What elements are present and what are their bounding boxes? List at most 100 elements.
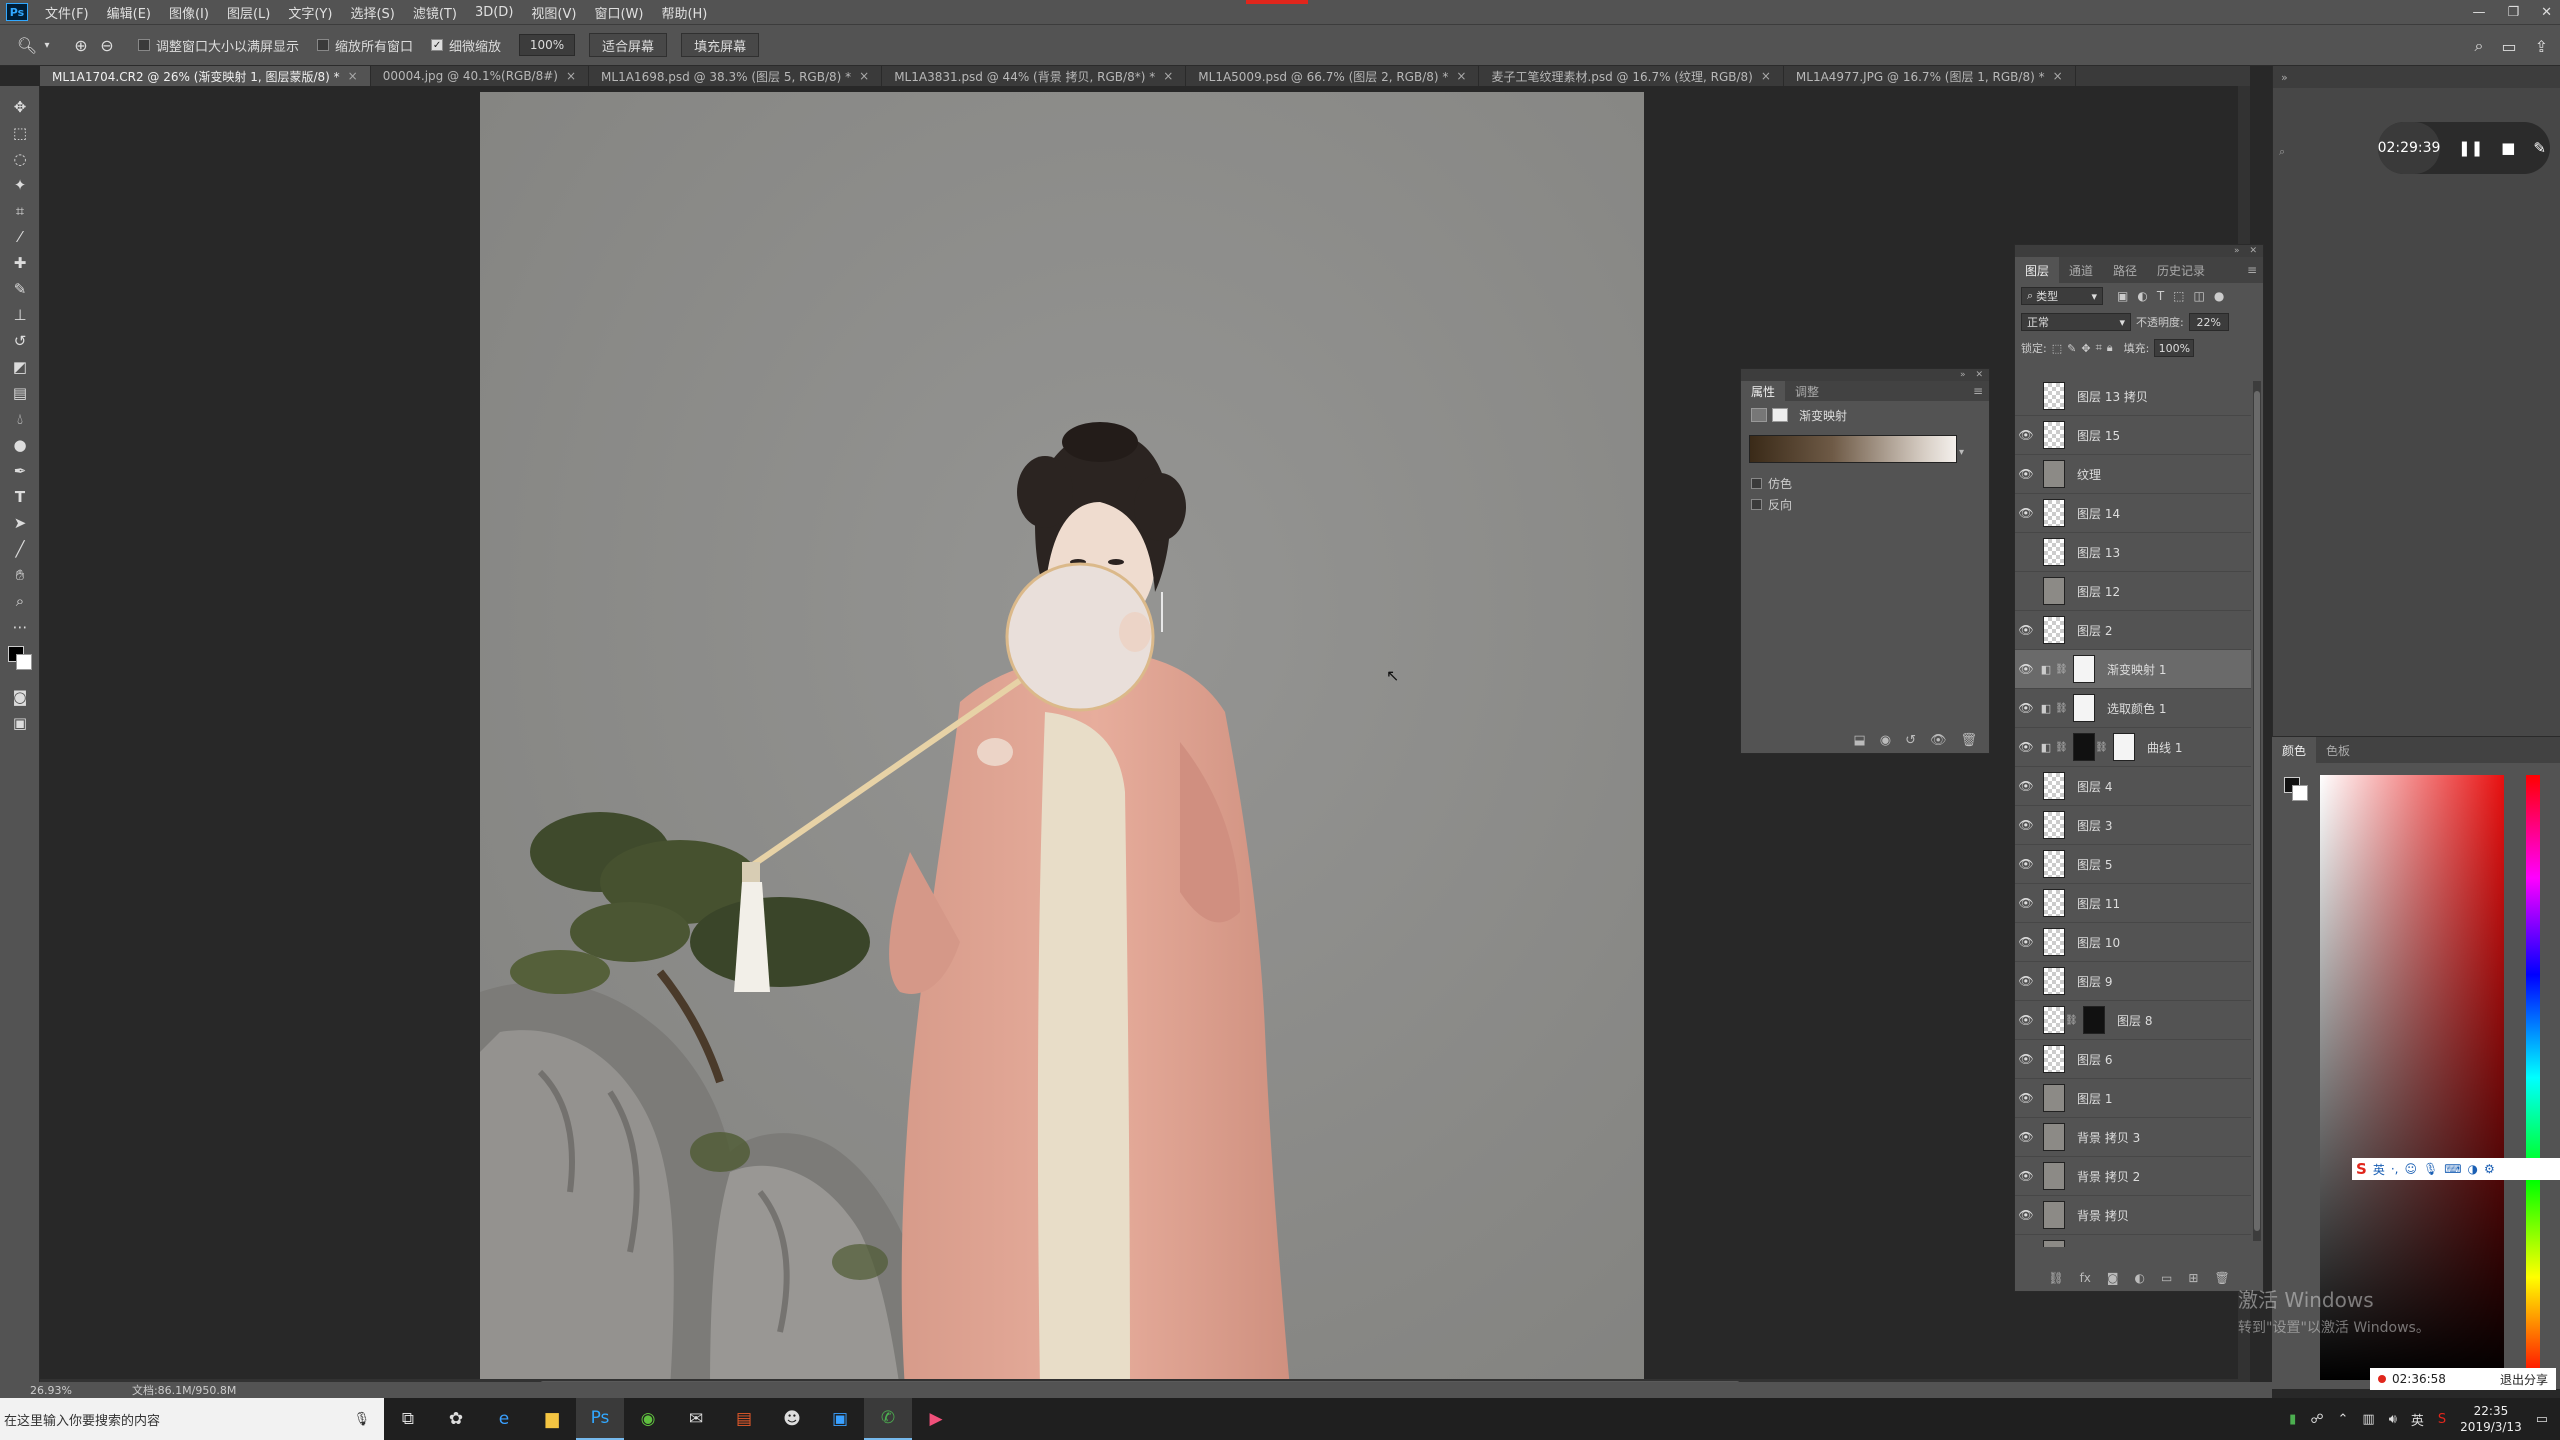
eye-icon[interactable]: 👁︎ bbox=[2015, 467, 2037, 481]
lock-artboard-icon[interactable]: ⌗ bbox=[2096, 341, 2102, 355]
layer-name[interactable]: 图层 2 bbox=[2077, 622, 2112, 639]
layer-name[interactable]: 渐变映射 1 bbox=[2107, 661, 2166, 678]
layer-name[interactable]: 图层 13 拷贝 bbox=[2077, 388, 2148, 405]
layer-row[interactable]: 👁︎背景🔒︎ bbox=[2015, 1235, 2251, 1247]
layer-thumbnail[interactable] bbox=[2043, 499, 2065, 527]
layer-name[interactable]: 图层 3 bbox=[2077, 817, 2112, 834]
type-filter-icon[interactable]: T bbox=[2157, 289, 2164, 303]
layer-row[interactable]: 👁︎ 图层 6 bbox=[2015, 1040, 2251, 1079]
ime-language[interactable]: 英 bbox=[2373, 1161, 2385, 1178]
chevron-down-icon[interactable]: ▾ bbox=[40, 32, 54, 58]
zoom-all-checkbox[interactable]: 缩放所有窗口 bbox=[317, 36, 413, 55]
minimize-icon[interactable]: — bbox=[2472, 5, 2485, 20]
tab-layers[interactable]: 图层 bbox=[2015, 257, 2060, 283]
crop-tool-icon[interactable]: ⌗ bbox=[0, 198, 40, 224]
color-swatches[interactable] bbox=[0, 640, 40, 684]
line-tool-icon[interactable]: ╱ bbox=[0, 536, 40, 562]
collapse-icon[interactable]: » bbox=[2234, 246, 2240, 256]
menu-type[interactable]: 文字(Y) bbox=[279, 3, 341, 22]
tab-adjustments[interactable]: 调整 bbox=[1785, 381, 1829, 401]
move-tool-icon[interactable]: ✥ bbox=[0, 94, 40, 120]
close-tab-icon[interactable]: × bbox=[348, 69, 358, 83]
delete-layer-icon[interactable]: 🗑︎ bbox=[2214, 1271, 2229, 1285]
marquee-tool-icon[interactable]: ⬚ bbox=[0, 120, 40, 146]
wechat-icon[interactable]: ✆ bbox=[864, 1398, 912, 1440]
layer-mask-thumbnail[interactable] bbox=[2113, 733, 2135, 761]
lock-pixels-icon[interactable]: ✎ bbox=[2067, 342, 2076, 355]
layer-row[interactable]: 👁︎ 背景 拷贝 3 bbox=[2015, 1118, 2251, 1157]
layer-name[interactable]: 背景 拷贝 bbox=[2077, 1207, 2129, 1224]
link-icon[interactable]: ⛓ bbox=[2055, 703, 2068, 714]
eye-icon[interactable]: 👁︎ bbox=[2015, 935, 2037, 949]
hue-slider[interactable] bbox=[2526, 775, 2540, 1380]
gradient-tool-icon[interactable]: ▤ bbox=[0, 380, 40, 406]
layer-name[interactable]: 图层 14 bbox=[2077, 505, 2120, 522]
link-icon[interactable]: ⛓ bbox=[2095, 742, 2108, 753]
layer-row[interactable]: 👁︎ 图层 10 bbox=[2015, 923, 2251, 962]
blur-tool-icon[interactable]: 💧︎ bbox=[0, 406, 40, 432]
gradient-preview[interactable] bbox=[1749, 435, 1957, 463]
background-color-swatch[interactable] bbox=[16, 654, 32, 670]
eye-icon[interactable]: 👁︎ bbox=[2015, 857, 2037, 871]
layer-thumbnail[interactable] bbox=[2043, 928, 2065, 956]
layer-name[interactable]: 图层 8 bbox=[2117, 1012, 2152, 1029]
pen-tool-icon[interactable]: ✒ bbox=[0, 458, 40, 484]
tab-document-3[interactable]: ML1A1698.psd @ 38.3% (图层 5, RGB/8) * × bbox=[589, 66, 883, 86]
layer-thumbnail[interactable] bbox=[2043, 1084, 2065, 1112]
workspace-icon[interactable]: ▭ bbox=[2501, 37, 2516, 56]
layer-thumbnail[interactable] bbox=[2043, 460, 2065, 488]
menu-filter[interactable]: 滤镜(T) bbox=[404, 3, 466, 22]
more-tools-icon[interactable]: ⋯ bbox=[0, 614, 40, 640]
screen-mode-icon[interactable]: ▣ bbox=[0, 710, 40, 736]
magic-wand-tool-icon[interactable]: ✦ bbox=[0, 172, 40, 198]
layer-thumbnail[interactable] bbox=[2043, 1201, 2065, 1229]
layer-thumbnail[interactable] bbox=[2043, 1123, 2065, 1151]
menu-help[interactable]: 帮助(H) bbox=[652, 3, 716, 22]
app-icon-5[interactable]: ▣ bbox=[816, 1398, 864, 1440]
visibility-icon[interactable]: 👁︎ bbox=[1930, 733, 1947, 748]
layer-thumbnail[interactable] bbox=[2043, 811, 2065, 839]
layer-thumbnail[interactable] bbox=[2043, 1240, 2065, 1247]
fill-field[interactable]: 100% bbox=[2154, 339, 2195, 357]
layer-thumbnail[interactable] bbox=[2043, 889, 2065, 917]
view-previous-icon[interactable]: ◉ bbox=[1880, 733, 1891, 748]
layer-name[interactable]: 图层 15 bbox=[2077, 427, 2120, 444]
restore-icon[interactable]: ❐ bbox=[2507, 5, 2519, 20]
dock-titlebar[interactable]: » bbox=[2273, 66, 2560, 88]
layer-thumbnail[interactable] bbox=[2073, 733, 2095, 761]
tab-channels[interactable]: 通道 bbox=[2059, 257, 2103, 283]
eye-icon[interactable]: 👁︎ bbox=[2015, 662, 2037, 676]
layer-name[interactable]: 背景 拷贝 2 bbox=[2077, 1168, 2140, 1185]
new-layer-icon[interactable]: ⊞ bbox=[2188, 1271, 2198, 1285]
layers-scrollbar[interactable] bbox=[2253, 381, 2261, 1241]
menu-select[interactable]: 选择(S) bbox=[341, 3, 403, 22]
lock-transparent-icon[interactable]: ⬚ bbox=[2052, 342, 2062, 355]
app-icon-4[interactable]: ☻ bbox=[768, 1398, 816, 1440]
opacity-field[interactable]: 22% bbox=[2188, 313, 2229, 331]
hand-tool-icon[interactable]: ✋︎ bbox=[0, 562, 40, 588]
new-adjustment-icon[interactable]: ◐ bbox=[2135, 1271, 2145, 1285]
tab-document-6[interactable]: 麦子工笔纹理素材.psd @ 16.7% (纹理, RGB/8) × bbox=[1479, 66, 1784, 86]
layer-row[interactable]: 👁︎ ⛓ 图层 8 bbox=[2015, 1001, 2251, 1040]
sogou-tray-icon[interactable]: S bbox=[2438, 1412, 2446, 1427]
tab-swatches[interactable]: 色板 bbox=[2316, 737, 2360, 763]
eye-icon[interactable]: 👁︎ bbox=[2015, 974, 2037, 988]
layer-name[interactable]: 图层 1 bbox=[2077, 1090, 2112, 1107]
layer-name[interactable]: 曲线 1 bbox=[2147, 739, 2182, 756]
collapse-icon[interactable]: » bbox=[2281, 71, 2288, 84]
layer-mask-thumbnail[interactable] bbox=[2083, 1006, 2105, 1034]
keyboard-icon[interactable]: ⌨ bbox=[2444, 1162, 2461, 1176]
layer-row[interactable]: 👁︎ 图层 4 bbox=[2015, 767, 2251, 806]
layer-row[interactable]: 图层 12 bbox=[2015, 572, 2251, 611]
layer-thumbnail[interactable] bbox=[2043, 1162, 2065, 1190]
app-icon-6[interactable]: ▶ bbox=[912, 1398, 960, 1440]
zoom-out-icon[interactable]: ⊖ bbox=[94, 32, 120, 58]
eye-icon[interactable]: 👁︎ bbox=[2015, 779, 2037, 793]
link-icon[interactable]: ⛓ bbox=[2065, 1015, 2078, 1026]
reset-icon[interactable]: ↺ bbox=[1905, 733, 1916, 748]
layer-row[interactable]: 图层 13 bbox=[2015, 533, 2251, 572]
layer-name[interactable]: 背景 拷贝 3 bbox=[2077, 1129, 2140, 1146]
panel-titlebar[interactable]: » ✕ bbox=[2015, 245, 2263, 257]
share-icon[interactable]: ⇪ bbox=[2535, 37, 2548, 56]
dodge-tool-icon[interactable]: ● bbox=[0, 432, 40, 458]
